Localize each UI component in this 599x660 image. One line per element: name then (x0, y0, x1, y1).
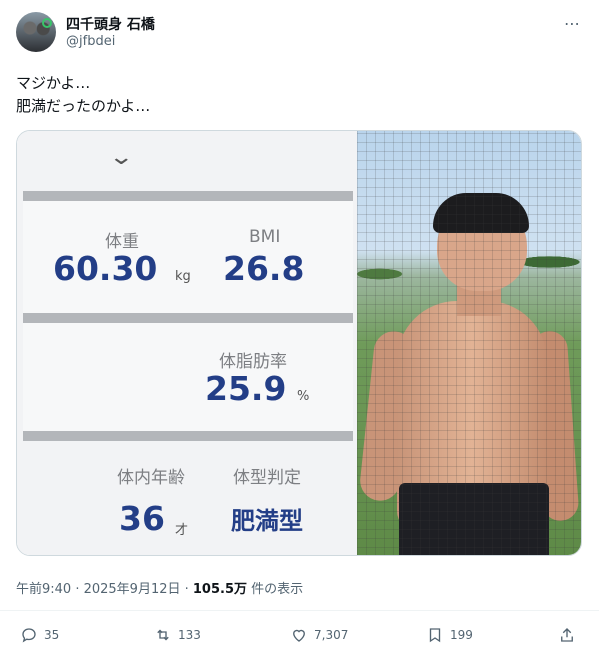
like-button[interactable]: 7,307 (290, 626, 348, 644)
bookmark-button[interactable]: 199 (426, 626, 473, 644)
tweet-line-1: マジかよ… (16, 74, 91, 92)
fence-net (357, 131, 581, 555)
tweet-meta: 午前9:40 · 2025年9月12日 · 105.5万 件の表示 (16, 578, 303, 597)
author-handle[interactable]: @jfbdei (66, 34, 115, 49)
reply-button[interactable]: 35 (20, 626, 59, 644)
media-image[interactable]: ⌄ 体重 60.30 kg BMI 26.8 体脂肪率 25.9 % 体内年齢 … (16, 130, 582, 556)
reply-icon (22, 628, 36, 643)
repost-button[interactable]: 133 (154, 626, 201, 644)
bookmark-icon (429, 628, 441, 643)
repost-count: 133 (178, 628, 201, 642)
weight-unit: kg (175, 269, 191, 284)
person-photo (357, 131, 581, 555)
body-fat-value: 25.9 (205, 369, 287, 408)
divider (0, 610, 599, 611)
divider-bar (23, 191, 353, 201)
share-icon (561, 628, 573, 642)
avatar-ring (42, 18, 52, 28)
body-type-value: 肥満型 (231, 507, 303, 535)
view-count: 105.5万 (192, 582, 248, 597)
tweet-line-2: 肥満だったのかよ… (16, 97, 151, 115)
view-suffix: 件の表示 (247, 582, 304, 597)
divider-bar (23, 313, 353, 323)
bmi-value: 26.8 (223, 249, 305, 288)
divider-bar (23, 431, 353, 441)
repost-icon (157, 629, 169, 641)
action-bar: 35 133 7,307 199 (0, 622, 599, 650)
share-button[interactable] (558, 626, 576, 644)
heart-icon (293, 629, 305, 642)
tweet-text: マジかよ… 肥満だったのかよ… (16, 72, 150, 118)
scale-result-panel: ⌄ 体重 60.30 kg BMI 26.8 体脂肪率 25.9 % 体内年齢 … (17, 131, 357, 555)
chevron-down-icon: ⌄ (108, 145, 135, 170)
timestamp[interactable]: 午前9:40 · 2025年9月12日 · (16, 582, 193, 597)
avatar[interactable] (16, 12, 56, 52)
body-fat-unit: % (297, 389, 310, 404)
body-age-label: 体内年齢 (117, 468, 185, 488)
like-count: 7,307 (314, 628, 349, 642)
body-age-value: 36 (119, 499, 165, 538)
bmi-label: BMI (249, 227, 281, 247)
body-age-unit: 才 (175, 523, 189, 538)
weight-value: 60.30 (53, 249, 158, 288)
more-options-icon[interactable]: ⋯ (564, 14, 581, 33)
author-name[interactable]: 四千頭身 石橋 (66, 14, 155, 34)
body-type-label: 体型判定 (233, 468, 301, 488)
bookmark-count: 199 (450, 628, 473, 642)
reply-count: 35 (44, 628, 60, 642)
